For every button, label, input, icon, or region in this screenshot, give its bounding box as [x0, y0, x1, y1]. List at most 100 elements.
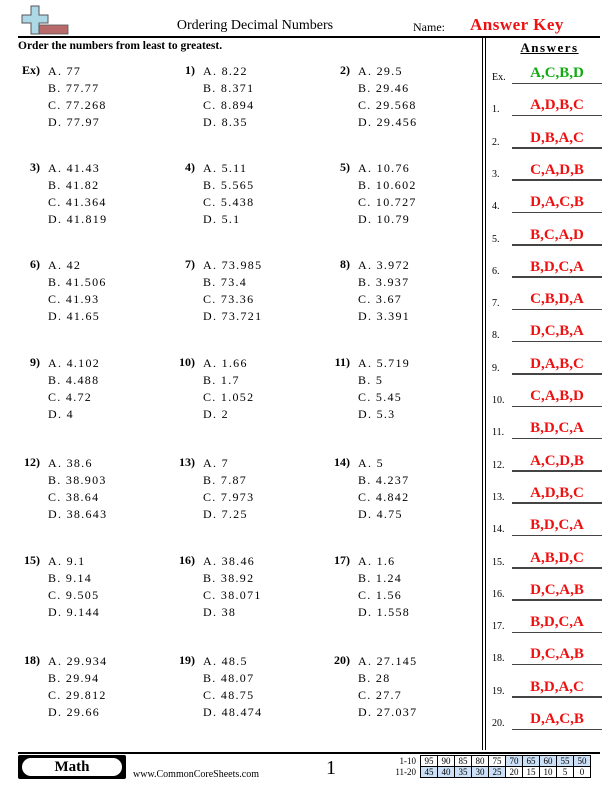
option: B. 8.371: [203, 81, 255, 95]
answer-row: 14. B,D,C,A: [490, 514, 602, 538]
option: B. 4.237: [358, 473, 410, 487]
subject-badge: Math: [18, 755, 126, 779]
problem: 19) A. 48.5 B. 48.07 C. 48.75 D. 48.474: [173, 653, 323, 723]
answer-label: 4.: [492, 201, 500, 213]
answer-line: [512, 405, 602, 407]
problem-number: 3): [30, 160, 40, 174]
answer-row: 2. D,B,A,C: [490, 127, 602, 151]
option: D. 2: [203, 407, 229, 421]
answer-label: 11.: [492, 427, 505, 439]
option: D. 38: [203, 605, 237, 619]
option-list: A. 48.5 B. 48.07 C. 48.75 D. 48.474: [203, 653, 262, 721]
problem-number: 14): [334, 455, 350, 469]
answer-row: Ex. A,C,B,D: [490, 62, 602, 86]
option: D. 4: [48, 407, 74, 421]
answer-row: 18. D,C,A,B: [490, 643, 602, 667]
option: D. 48.474: [203, 705, 263, 719]
answer-label: 8.: [492, 330, 500, 342]
score-cell: 55: [556, 755, 574, 767]
answer-label: 17.: [492, 621, 505, 633]
problem-number: 6): [30, 257, 40, 271]
option: C. 1.052: [203, 390, 255, 404]
option-list: A. 5 B. 4.237 C. 4.842 D. 4.75: [358, 455, 409, 523]
problem-number: 20): [334, 653, 350, 667]
answer-line: [512, 82, 602, 84]
answer-value: D,A,C,B: [530, 194, 584, 211]
instructions: Order the numbers from least to greatest…: [18, 40, 223, 52]
answer-row: 6. B,D,C,A: [490, 256, 602, 280]
score-row: 11-20 45 40 35 30 25 20 15 10 5 0: [392, 766, 591, 778]
answer-label: Ex.: [492, 72, 506, 83]
option: B. 28: [358, 671, 391, 685]
answer-row: 8. D,C,B,A: [490, 320, 602, 344]
score-cell: 0: [573, 766, 591, 778]
option: C. 27.7: [358, 688, 403, 702]
problem-number: 8): [340, 257, 350, 271]
option: D. 5.1: [203, 212, 241, 226]
problem-number: Ex): [22, 63, 40, 77]
option: B. 73.4: [203, 275, 248, 289]
option-list: A. 5.719 B. 5 C. 5.45 D. 5.3: [358, 355, 410, 423]
option: C. 4.842: [358, 490, 410, 504]
option-list: A. 38.46 B. 38.92 C. 38.071 D. 38: [203, 553, 262, 621]
answer-label: 14.: [492, 524, 505, 536]
answer-row: 5. B,C,A,D: [490, 224, 602, 248]
answer-line: [512, 437, 602, 440]
score-cell: 40: [437, 766, 455, 778]
answer-label: 3.: [492, 168, 500, 180]
option: D. 77.97: [48, 115, 101, 129]
option-list: A. 27.145 B. 28 C. 27.7 D. 27.037: [358, 653, 417, 721]
problem: 3) A. 41.43 B. 41.82 C. 41.364 D. 41.819: [18, 160, 168, 230]
score-cell: 45: [420, 766, 438, 778]
answer-value: A,D,B,C: [530, 97, 584, 114]
problem-number: 17): [334, 553, 350, 567]
footer-rule: [18, 752, 600, 754]
answer-value: D,C,B,A: [530, 323, 584, 340]
option: C. 38.071: [203, 588, 262, 602]
option: A. 29.5: [358, 64, 403, 78]
answer-value: B,C,A,D: [530, 226, 584, 243]
name-value: Answer Key: [470, 15, 564, 34]
score-cell: 70: [505, 755, 523, 767]
problem-number: 18): [24, 653, 40, 667]
option: D. 27.037: [358, 705, 418, 719]
answer-value: D,C,A,B: [530, 646, 584, 663]
option: B. 5: [358, 373, 384, 387]
option: C. 48.75: [203, 688, 255, 702]
answer-value: D,A,B,C: [530, 355, 584, 372]
option-list: A. 3.972 B. 3.937 C. 3.67 D. 3.391: [358, 257, 410, 325]
score-cell: 85: [454, 755, 472, 767]
answer-line: [512, 728, 602, 730]
answer-label: 13.: [492, 491, 505, 503]
score-cell: 5: [556, 766, 574, 778]
answer-value: B,D,C,A: [530, 517, 584, 534]
option: D. 41.65: [48, 309, 101, 323]
option-list: A. 8.22 B. 8.371 C. 8.894 D. 8.35: [203, 63, 254, 131]
problem: 9) A. 4.102 B. 4.488 C. 4.72 D. 4: [18, 355, 168, 425]
score-cell: 25: [488, 766, 506, 778]
answer-line: [512, 663, 602, 666]
score-cell: 75: [488, 755, 506, 767]
option: A. 5.719: [358, 356, 411, 370]
option: D. 73.721: [203, 309, 263, 323]
option: D. 1.558: [358, 605, 411, 619]
option-list: A. 41.43 B. 41.82 C. 41.364 D. 41.819: [48, 160, 107, 228]
option: A. 1.66: [203, 356, 248, 370]
option: C. 10.727: [358, 195, 417, 209]
option-list: A. 42 B. 41.506 C. 41.93 D. 41.65: [48, 257, 107, 325]
problem: Ex) A. 77 B. 77.77 C. 77.268 D. 77.97: [18, 63, 168, 133]
answer-line: [512, 631, 602, 634]
site-link[interactable]: www.CommonCoreSheets.com: [133, 769, 259, 780]
option: B. 38.903: [48, 473, 107, 487]
answers-title: Answers: [520, 40, 579, 55]
answer-line: [512, 211, 602, 214]
answer-value: A,B,D,C: [530, 549, 584, 566]
option: B. 5.565: [203, 178, 255, 192]
answer-row: 13. A,D,B,C: [490, 482, 602, 506]
problem-number: 19): [179, 653, 195, 667]
option-list: A. 77 B. 77.77 C. 77.268 D. 77.97: [48, 63, 107, 131]
score-cell: 95: [420, 755, 438, 767]
option: C. 8.894: [203, 98, 255, 112]
score-cell: 10: [539, 766, 557, 778]
problem-number: 5): [340, 160, 350, 174]
